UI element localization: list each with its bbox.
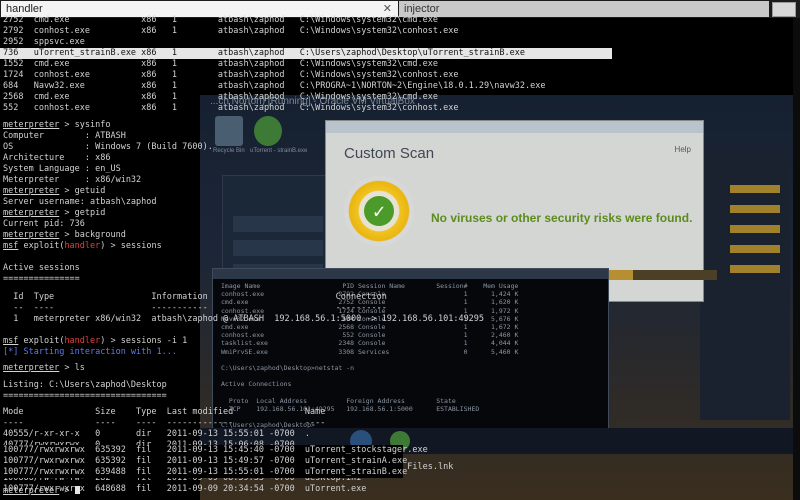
ls-row: 40777/rwxrwxrwx 0 dir 2011-09-13 15:06:0… [3, 440, 316, 450]
ps-row: 1724 conhost.exe x86 1 atbash\zaphod C:\… [3, 70, 459, 80]
prompt: meterpreter [3, 208, 60, 218]
prompt-handler: handler [64, 241, 101, 251]
prompt: meterpreter [3, 186, 60, 196]
ls-header: Mode Size Type Last modified Name [3, 407, 326, 417]
command-line: meterpreter > ls [3, 363, 85, 373]
ps-row: 684 Navw32.exe x86 1 atbash\zaphod C:\PR… [3, 81, 546, 91]
prompt: meterpreter [3, 120, 60, 130]
ps-row: 2792 conhost.exe x86 1 atbash\zaphod C:\… [3, 26, 459, 36]
command-line: msf exploit(handler) > sessions [3, 241, 162, 251]
ps-row: 552 conhost.exe x86 1 atbash\zaphod C:\W… [3, 103, 459, 113]
command-line: msf exploit(handler) > sessions -i 1 [3, 336, 188, 346]
prompt: msf [3, 336, 19, 346]
sessions-row: 1 meterpreter x86/win32 atbash\zaphod @ … [3, 314, 485, 324]
ps-row: 2752 cmd.exe x86 1 atbash\zaphod C:\Wind… [3, 15, 438, 25]
command-line: meterpreter > getuid [3, 186, 106, 196]
sessions-header: Id Type Information Connection [3, 292, 387, 302]
output-line: Server username: atbash\zaphod [3, 197, 157, 207]
command: getpid [74, 208, 106, 218]
prompt-handler: handler [64, 336, 101, 346]
ps-row: 2568 cmd.exe x86 1 atbash\zaphod C:\Wind… [3, 92, 438, 102]
ps-row-selected: 736 uTorrent_strainB.exe x86 1 atbash\za… [3, 48, 525, 58]
terminal-scrollbar[interactable] [793, 18, 800, 500]
prompt: msf [3, 241, 19, 251]
sysinfo-row: System Language : en_US [3, 164, 121, 174]
ls-row: 100777/rwxrwxrwx 648688 fil 2011-09-09 2… [3, 484, 367, 494]
section-rule: =============== [3, 274, 80, 284]
terminal-output: 2752 cmd.exe x86 1 atbash\zaphod C:\Wind… [0, 0, 800, 500]
command: getuid [74, 186, 106, 196]
sysinfo-row: Computer : ATBASH [3, 131, 126, 141]
listing-title: Listing: C:\Users\zaphod\Desktop [3, 380, 167, 390]
ls-row: 40555/r-xr-xr-x 0 dir 2011-09-13 15:55:0… [3, 429, 311, 439]
listing-rule: ================================ [3, 391, 167, 401]
section-title: Active sessions [3, 263, 80, 273]
prompt-module: exploit [23, 336, 60, 346]
ps-row: 2952 sppsvc.exe [3, 37, 85, 47]
ls-row: 100666/rw-rw-rw- 1265 fil 2011-09-13 13:… [3, 462, 454, 472]
ls-rule: ---- ---- ---- ------------- ---- [3, 418, 326, 428]
sysinfo-row: OS : Windows 7 (Build 7600). [3, 142, 213, 152]
ls-row: 100666/rw-rw-rw- 282 fil 2011-09-09 08:5… [3, 473, 362, 483]
output-line: Current pid: 736 [3, 219, 85, 229]
command-line: meterpreter > sysinfo [3, 120, 111, 130]
command: sessions -i 1 [120, 336, 188, 346]
command: sessions [120, 241, 162, 251]
status-line: [*] Starting interaction with 1... [3, 347, 177, 357]
ps-row: 1552 cmd.exe x86 1 atbash\zaphod C:\Wind… [3, 59, 438, 69]
command-line: meterpreter > getpid [3, 208, 106, 218]
ls-row: 100777/rwxrwxrwx 397864 fil 2011-09-13 1… [3, 451, 392, 461]
sessions-rule: -- ---- ----------- ---------- [3, 303, 387, 313]
command: background [74, 230, 126, 240]
prompt: meterpreter [3, 363, 60, 373]
command: ls [74, 363, 85, 373]
prompt-module: exploit [23, 241, 60, 251]
sysinfo-row: Architecture : x86 [3, 153, 111, 163]
command-line: meterpreter > background [3, 230, 126, 240]
sysinfo-row: Meterpreter : x86/win32 [3, 175, 142, 185]
command: sysinfo [74, 120, 111, 130]
prompt: meterpreter [3, 230, 60, 240]
